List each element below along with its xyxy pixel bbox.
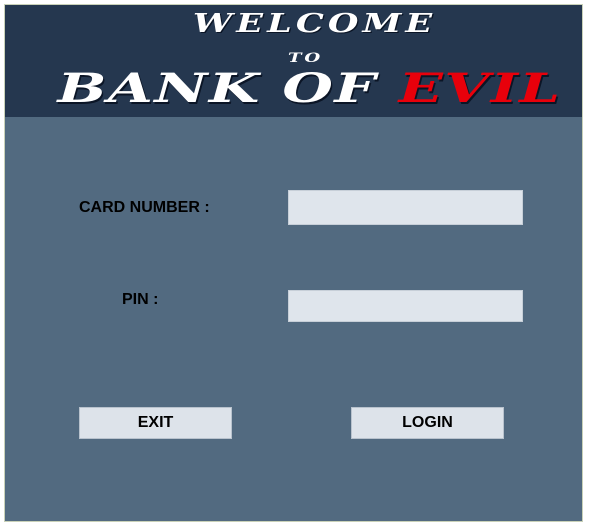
evil-text: EVIL bbox=[398, 65, 562, 112]
card-number-label: CARD NUMBER : bbox=[79, 199, 210, 216]
pin-label: PIN : bbox=[122, 291, 159, 308]
bank-name-title: BANK OF EVIL bbox=[0, 65, 589, 112]
welcome-banner: WELCOME TO BANK OF EVIL bbox=[5, 5, 582, 117]
login-window: WELCOME TO BANK OF EVIL CARD NUMBER : PI… bbox=[4, 4, 583, 522]
pin-field[interactable] bbox=[288, 290, 523, 322]
to-title: TO bbox=[288, 51, 323, 66]
card-number-field[interactable] bbox=[288, 190, 523, 225]
welcome-title: WELCOME bbox=[192, 9, 437, 39]
login-button[interactable]: LOGIN bbox=[351, 407, 504, 439]
exit-button[interactable]: EXIT bbox=[79, 407, 232, 439]
bank-of-text: BANK OF bbox=[57, 65, 377, 112]
